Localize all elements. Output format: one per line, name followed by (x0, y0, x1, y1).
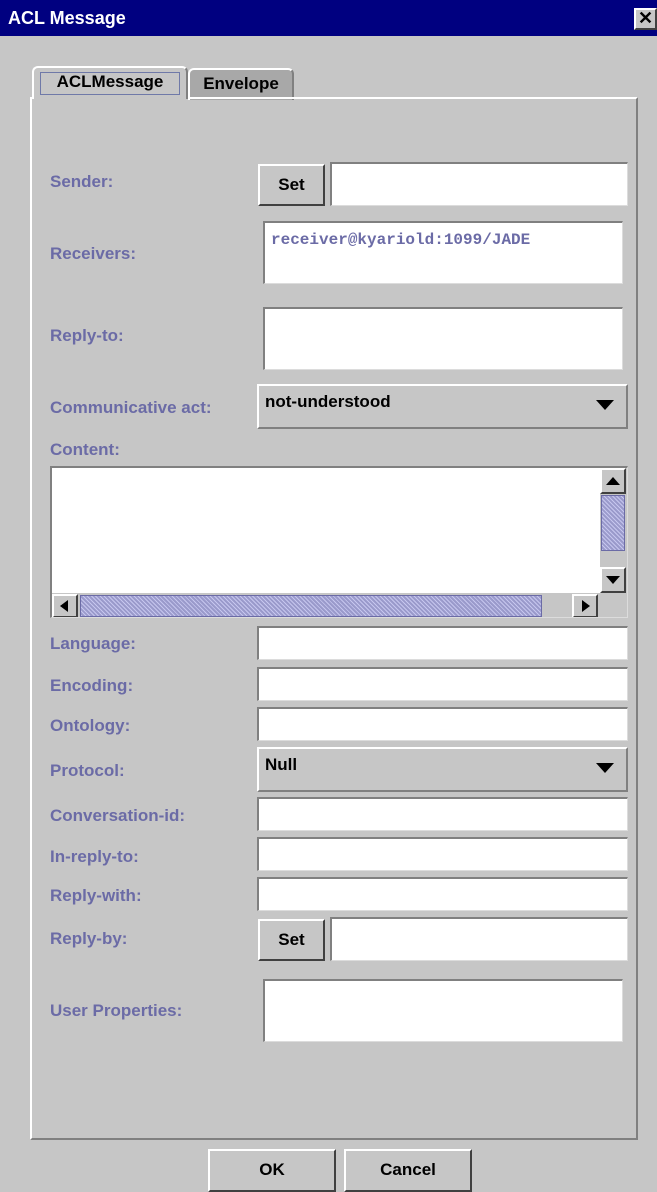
protocol-value: Null (265, 755, 298, 774)
in-reply-to-field[interactable] (257, 837, 628, 871)
receiver-entry[interactable]: receiver@kyariold:1099/JADE (265, 223, 622, 249)
chevron-down-icon (596, 400, 614, 410)
ok-button[interactable]: OK (208, 1149, 336, 1192)
ontology-field[interactable] (257, 707, 628, 741)
reply-by-field[interactable] (330, 917, 628, 961)
acl-message-dialog: ACL Message ✕ ACLMessage Envelope Sender… (0, 0, 657, 1192)
reply-with-field[interactable] (257, 877, 628, 911)
reply-by-value (332, 919, 627, 927)
tab-envelope-label: Envelope (203, 74, 279, 93)
title-bar[interactable]: ACL Message ✕ (0, 0, 657, 36)
communicative-act-select[interactable]: not-understood (257, 384, 628, 429)
tab-focus-ring (40, 72, 180, 95)
tab-aclmessage[interactable]: ACLMessage (32, 66, 188, 99)
tab-envelope[interactable]: Envelope (188, 68, 294, 100)
reply-with-value (259, 879, 627, 885)
language-field[interactable] (257, 626, 628, 660)
language-value (259, 628, 627, 634)
sender-field[interactable] (330, 162, 628, 206)
reply-to-value (265, 309, 622, 317)
close-button[interactable]: ✕ (634, 8, 657, 30)
cancel-button-label: Cancel (380, 1160, 436, 1179)
conversation-id-field[interactable] (257, 797, 628, 831)
close-icon: ✕ (637, 8, 654, 28)
chevron-down-icon (596, 763, 614, 773)
user-properties-value (265, 981, 622, 989)
encoding-value (259, 669, 627, 675)
receivers-list[interactable]: receiver@kyariold:1099/JADE (263, 221, 623, 284)
reply-by-set-button-label: Set (278, 930, 305, 949)
in-reply-to-value (259, 839, 627, 845)
sender-value (332, 164, 627, 172)
cancel-button[interactable]: Cancel (344, 1149, 472, 1192)
protocol-select[interactable]: Null (257, 747, 628, 792)
window-title: ACL Message (8, 8, 126, 28)
communicative-act-value: not-understood (265, 392, 391, 411)
ok-button-label: OK (259, 1160, 285, 1179)
user-properties-list[interactable] (263, 979, 623, 1042)
ontology-value (259, 709, 627, 715)
sender-set-button-label: Set (278, 175, 305, 194)
reply-to-list[interactable] (263, 307, 623, 370)
sender-set-button[interactable]: Set (258, 164, 325, 206)
reply-by-set-button[interactable]: Set (258, 919, 325, 961)
conversation-id-value (259, 799, 627, 805)
encoding-field[interactable] (257, 667, 628, 701)
